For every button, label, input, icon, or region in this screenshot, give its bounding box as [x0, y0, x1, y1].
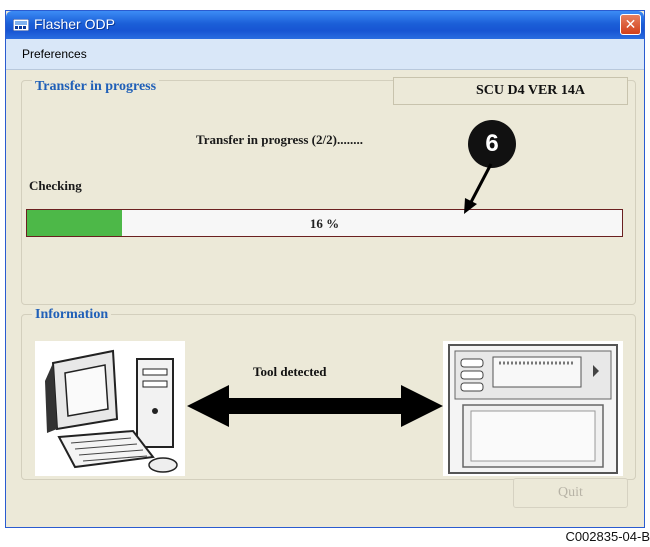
information-group-title: Information	[32, 307, 112, 323]
transfer-status-text: Transfer in progress (2/2)........	[196, 132, 363, 147]
quit-button-label: Quit	[558, 485, 583, 500]
callout-arrow-icon	[464, 163, 493, 214]
progress-percent: 16 %	[309, 216, 340, 231]
menu-preferences[interactable]: Preferences	[22, 47, 87, 61]
app-icon	[13, 19, 29, 31]
title-bar[interactable]: Flasher ODP ✕	[6, 11, 644, 39]
progress-bar: 16 %	[26, 209, 623, 237]
thermostat-device-icon	[443, 341, 623, 476]
computer-icon	[35, 341, 185, 476]
flasher-window: Flasher ODP ✕ Preferences Transfer in pr…	[5, 10, 645, 528]
figure-code: C002835-04-B	[565, 529, 650, 544]
transfer-group	[21, 80, 636, 305]
menu-bar: Preferences	[6, 39, 644, 70]
tool-id-text: SCU D4 VER 14A	[475, 83, 586, 98]
tool-id-box: SCU D4 VER 14A	[393, 77, 628, 105]
transfer-group-title: Transfer in progress	[32, 79, 160, 95]
quit-button[interactable]: Quit	[513, 478, 628, 508]
step-label: Checking	[29, 178, 82, 193]
tool-detected-text: Tool detected	[253, 364, 327, 379]
double-arrow-icon	[187, 385, 443, 427]
close-button[interactable]: ✕	[620, 14, 641, 35]
window-title: Flasher ODP	[34, 16, 115, 32]
close-icon: ✕	[624, 16, 637, 33]
